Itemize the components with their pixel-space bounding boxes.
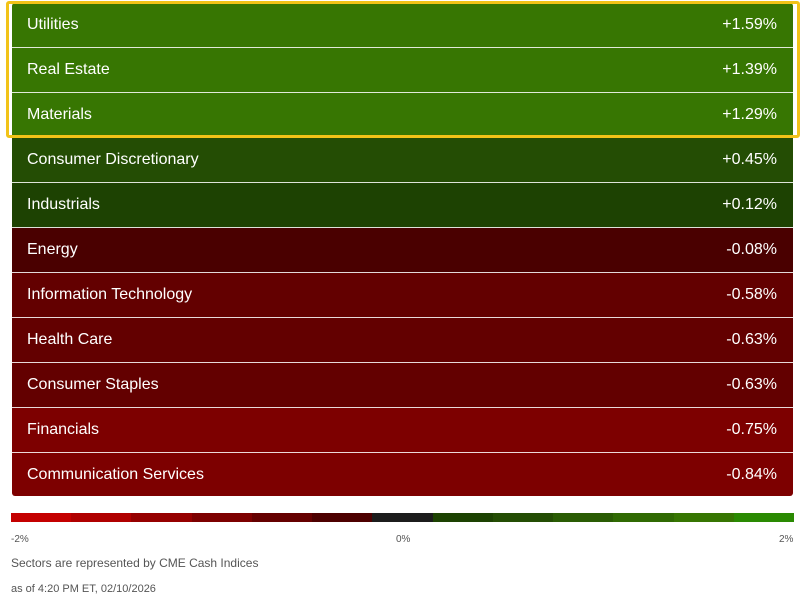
sector-row[interactable]: Materials +1.29% xyxy=(12,93,793,138)
sector-name: Materials xyxy=(27,106,92,123)
sector-row[interactable]: Utilities +1.59% xyxy=(12,3,793,48)
sector-name: Consumer Discretionary xyxy=(27,151,199,168)
scale-segment xyxy=(372,513,433,522)
sector-change: +1.29% xyxy=(722,106,777,123)
sector-name: Health Care xyxy=(27,331,113,348)
sector-change: -0.84% xyxy=(726,465,777,483)
sector-row[interactable]: Health Care -0.63% xyxy=(12,318,793,363)
sector-row[interactable]: Real Estate +1.39% xyxy=(12,48,793,93)
scale-segment xyxy=(492,513,554,522)
sector-change: -0.63% xyxy=(726,331,777,348)
sector-row[interactable]: Information Technology -0.58% xyxy=(12,273,793,318)
sector-name: Consumer Staples xyxy=(27,376,159,393)
scale-segment xyxy=(251,513,313,522)
scale-segment xyxy=(71,513,132,522)
scale-mid-label: 0% xyxy=(396,534,411,545)
scale-segment xyxy=(131,513,192,522)
footer-note: Sectors are represented by CME Cash Indi… xyxy=(11,556,259,570)
sector-name: Financials xyxy=(27,421,100,438)
scale-segment xyxy=(553,513,614,522)
scale-segment xyxy=(613,513,674,522)
sector-name: Energy xyxy=(27,241,78,258)
sector-row[interactable]: Consumer Staples -0.63% xyxy=(12,363,793,408)
sector-name: Information Technology xyxy=(27,286,193,303)
color-scale-legend xyxy=(11,513,795,522)
scale-segment xyxy=(673,513,734,522)
sector-list: Utilities +1.59% Real Estate +1.39% Material… xyxy=(12,3,793,496)
sector-change: +0.45% xyxy=(722,151,777,168)
sector-row[interactable]: Communication Services -0.84% xyxy=(12,453,793,496)
sector-change: -0.63% xyxy=(726,376,777,393)
sector-change: -0.58% xyxy=(726,286,777,303)
sector-row[interactable]: Energy -0.08% xyxy=(12,228,793,273)
sector-change: +1.39% xyxy=(722,61,777,78)
sector-performance-widget: Utilities +1.59% Real Estate +1.39% Material… xyxy=(0,0,804,606)
sector-name: Communication Services xyxy=(27,465,204,483)
scale-segment xyxy=(191,513,252,522)
scale-segment xyxy=(312,513,373,522)
sector-row[interactable]: Financials -0.75% xyxy=(12,408,793,453)
sector-name: Real Estate xyxy=(27,61,110,78)
sector-row[interactable]: Industrials +0.12% xyxy=(12,183,793,228)
sector-change: +0.12% xyxy=(722,196,777,213)
scale-segment xyxy=(11,513,72,522)
sector-change: -0.08% xyxy=(726,241,777,258)
sector-name: Utilities xyxy=(27,16,79,33)
sector-name: Industrials xyxy=(27,196,100,213)
sector-row[interactable]: Consumer Discretionary +0.45% xyxy=(12,138,793,183)
scale-segment xyxy=(733,513,795,522)
timestamp: as of 4:20 PM ET, 02/10/2026 xyxy=(11,583,156,595)
sector-change: -0.75% xyxy=(726,421,777,438)
scale-min-label: -2% xyxy=(11,534,29,545)
scale-segment xyxy=(432,513,493,522)
sector-change: +1.59% xyxy=(722,16,777,33)
scale-max-label: 2% xyxy=(779,534,794,545)
